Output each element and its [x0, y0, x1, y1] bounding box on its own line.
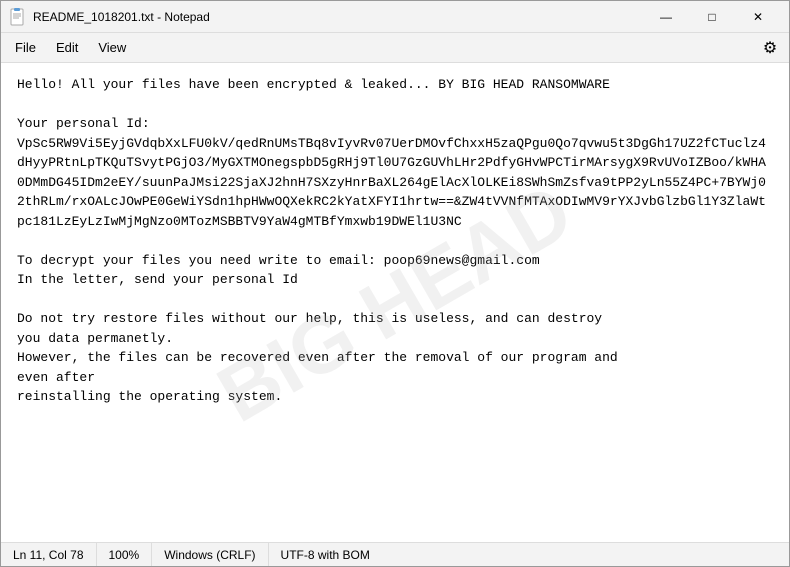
- status-bar: Ln 11, Col 78 100% Windows (CRLF) UTF-8 …: [1, 542, 789, 566]
- cursor-position: Ln 11, Col 78: [1, 543, 97, 566]
- text-content[interactable]: Hello! All your files have been encrypte…: [1, 63, 789, 419]
- zoom-level: 100%: [97, 543, 153, 566]
- notepad-window: README_1018201.txt - Notepad — □ ✕ File …: [0, 0, 790, 567]
- window-title: README_1018201.txt - Notepad: [33, 10, 643, 24]
- menu-file[interactable]: File: [5, 36, 46, 59]
- notepad-icon: [9, 8, 27, 26]
- settings-icon[interactable]: ⚙: [755, 33, 785, 63]
- encoding: UTF-8 with BOM: [269, 543, 382, 566]
- title-bar: README_1018201.txt - Notepad — □ ✕: [1, 1, 789, 33]
- maximize-button[interactable]: □: [689, 1, 735, 33]
- menu-bar: File Edit View ⚙: [1, 33, 789, 63]
- window-controls: — □ ✕: [643, 1, 781, 33]
- line-ending: Windows (CRLF): [152, 543, 268, 566]
- menu-view[interactable]: View: [88, 36, 136, 59]
- close-button[interactable]: ✕: [735, 1, 781, 33]
- menu-edit[interactable]: Edit: [46, 36, 88, 59]
- minimize-button[interactable]: —: [643, 1, 689, 33]
